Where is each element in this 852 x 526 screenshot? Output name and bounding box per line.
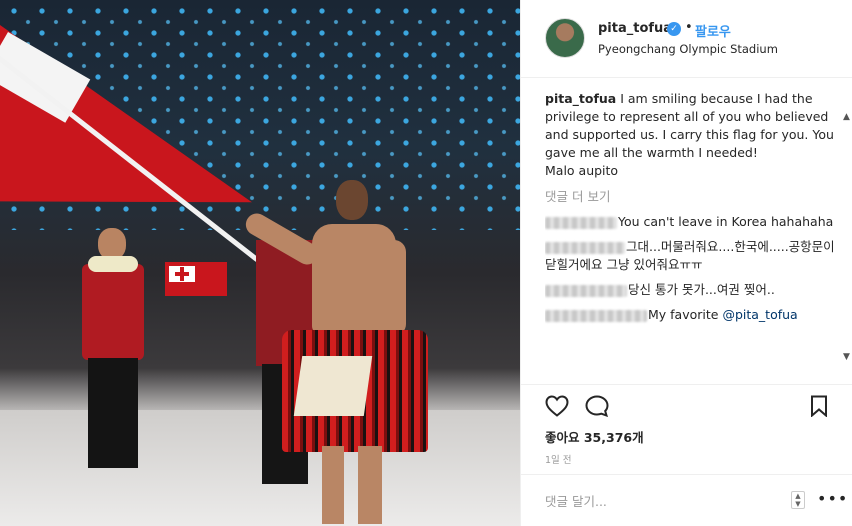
comment-item: You can't leave in Korea hahahaha: [545, 213, 835, 231]
blurred-username: [545, 284, 627, 297]
post-side-panel: pita_tofua ✓ • 팔로우 Pyeongchang Olympic S…: [520, 0, 852, 526]
header-username[interactable]: pita_tofua: [598, 21, 672, 36]
athlete-left: [68, 228, 158, 478]
heart-icon[interactable]: [545, 395, 569, 421]
add-comment-bar: ▲▼ •••: [521, 474, 852, 526]
blurred-username: [545, 216, 617, 229]
comment-item: 그대...머물러줘요....한국에.....공항문이 닫힐거에요 그냥 있어줘요…: [545, 238, 835, 274]
mention-link[interactable]: @pita_tofua: [722, 307, 797, 322]
add-comment-input[interactable]: [545, 491, 785, 511]
comment-text: You can't leave in Korea hahahaha: [618, 214, 834, 229]
scroll-down-icon[interactable]: ▼: [843, 352, 850, 362]
comment-icon[interactable]: [585, 395, 609, 421]
comments-list[interactable]: pita_tofua I am smiling because I had th…: [545, 90, 835, 380]
location-link[interactable]: Pyeongchang Olympic Stadium: [598, 42, 778, 56]
action-bar: [521, 384, 852, 424]
flag-bearer: [241, 180, 432, 526]
post-photo[interactable]: [0, 0, 520, 526]
caption-username[interactable]: pita_tofua: [545, 91, 616, 106]
blurred-username: [545, 241, 625, 254]
comment-item: My favorite @pita_tofua: [545, 306, 835, 324]
separator-dot: •: [685, 20, 693, 35]
verified-badge-icon: ✓: [667, 22, 681, 36]
tonga-flag-small: [165, 262, 227, 296]
follow-button[interactable]: 팔로우: [695, 21, 731, 40]
post-timestamp[interactable]: 1일 전: [545, 452, 572, 466]
post-header: pita_tofua ✓ • 팔로우 Pyeongchang Olympic S…: [521, 0, 852, 78]
comment-item: 당신 통가 못가...여권 찢어..: [545, 281, 835, 299]
bookmark-icon[interactable]: [809, 395, 829, 421]
load-more-comments[interactable]: 댓글 더 보기: [545, 188, 835, 206]
caption-signoff: Malo aupito: [545, 163, 619, 178]
likes-count[interactable]: 좋아요 35,376개: [545, 427, 644, 446]
comment-text: 당신 통가 못가...여권 찢어..: [628, 282, 775, 297]
blurred-username: [545, 309, 647, 322]
more-options-icon[interactable]: •••: [817, 489, 848, 508]
caption: pita_tofua I am smiling because I had th…: [545, 90, 835, 180]
comment-text: My favorite: [648, 307, 723, 322]
textarea-resize-stepper[interactable]: ▲ ▼: [791, 491, 805, 509]
avatar[interactable]: [545, 18, 585, 58]
scroll-up-icon[interactable]: ▲: [843, 112, 850, 122]
